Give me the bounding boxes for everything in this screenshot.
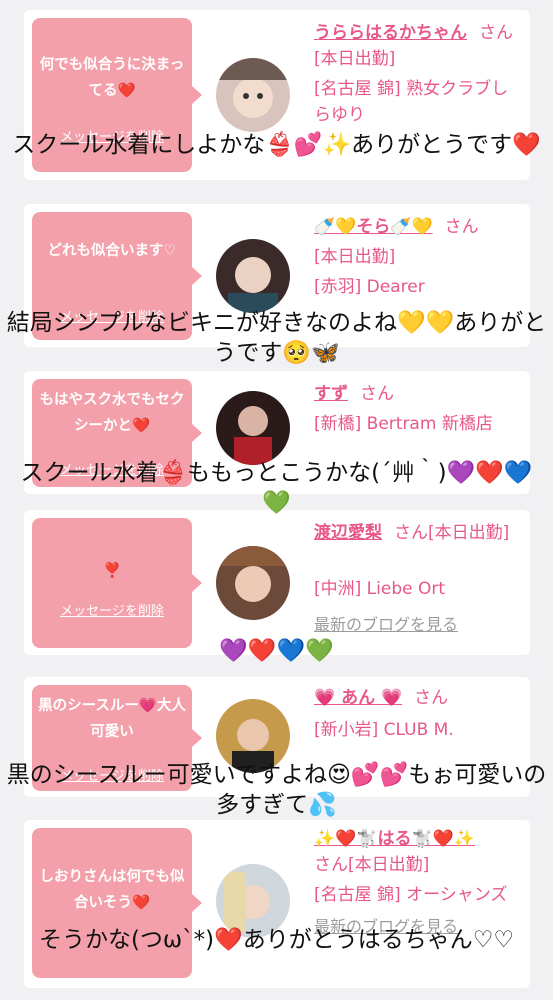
avatar[interactable]	[216, 239, 290, 313]
message-text: 何でも似合うに決まってる❤️	[39, 57, 185, 99]
message-card: ❣️ メッセージを削除 渡辺愛梨 さん[本日出勤] [中洲] Liebe Ort …	[24, 510, 530, 655]
delete-message-link[interactable]: メッセージを削除	[32, 600, 192, 619]
avatar[interactable]	[216, 58, 290, 132]
shop-info: [新橋] Bertram 新橋店	[314, 414, 493, 434]
profile-name-link[interactable]: 渡辺愛梨	[314, 523, 382, 543]
profile-name-link[interactable]: ✨❤️🐩はる🐩❤️✨	[314, 829, 475, 849]
overlay-caption: 💜❤️💙💚	[219, 638, 334, 664]
message-text: もはやスク水でもセクシーかと❤️	[39, 392, 185, 434]
avatar[interactable]	[216, 391, 290, 465]
honorific: さん[本日出勤]	[394, 523, 510, 543]
message-text: ❣️	[102, 563, 122, 579]
message-card: しおりさんは何でも似合いそう❤️ ✨❤️🐩はる🐩❤️✨ さん[本日出勤] [名古…	[24, 820, 530, 988]
shop-info: [赤羽] Dearer	[314, 277, 425, 297]
profile-info: 🍼💛そら🍼💛 さん [本日出勤] [赤羽] Dearer	[314, 214, 524, 300]
work-status: [本日出勤]	[314, 49, 396, 69]
overlay-caption: そうかな(つω`*)❤️ありがとうはるちゃん♡♡	[38, 927, 515, 953]
honorific: さん	[414, 688, 449, 708]
profile-info: 渡辺愛梨 さん[本日出勤] [中洲] Liebe Ort 最新のブログを見る	[314, 520, 524, 638]
message-bubble: ❣️ メッセージを削除	[32, 518, 202, 648]
overlay-caption: スクール水着👙ももっとこうかな(´艸｀)💜❤️💙💚	[20, 460, 533, 516]
profile-info: ✨❤️🐩はる🐩❤️✨ さん[本日出勤] [名古屋 錦] オーシャンズ 最新のブロ…	[314, 826, 524, 940]
work-status: [本日出勤]	[314, 247, 396, 267]
profile-name-link[interactable]: すず	[314, 384, 348, 404]
message-text: どれも似合います♡	[47, 243, 177, 259]
shop-info: [新小岩] CLUB M.	[314, 720, 454, 740]
honorific: さん	[360, 384, 394, 404]
honorific: さん	[479, 23, 513, 43]
profile-name-link[interactable]: うららはるかちゃん	[314, 23, 467, 43]
profile-name-link[interactable]: 💗 あん 💗	[314, 688, 402, 708]
overlay-caption: 結局シンプルなビキニが好きなのよね💛💛ありがとうです🥺🦋	[6, 310, 547, 366]
honorific: さん	[444, 217, 479, 237]
avatar[interactable]	[216, 546, 290, 620]
overlay-caption: スクール水着にしよかな👙💕✨ありがとうです❤️	[12, 132, 541, 158]
message-text: しおりさんは何でも似合いそう❤️	[39, 869, 185, 911]
profile-info: すず さん [新橋] Bertram 新橋店	[314, 381, 524, 437]
honorific: さん[本日出勤]	[314, 855, 430, 875]
message-text: 黒のシースルー💗大人可愛い	[38, 698, 186, 740]
message-bubble: しおりさんは何でも似合いそう❤️	[32, 828, 202, 978]
shop-info: [名古屋 錦] 熟女クラブしらゆり	[314, 79, 509, 125]
overlay-caption: 黒のシースルー可愛いですよね😍💕💕もぉ可愛いの多すぎて💦	[6, 762, 547, 818]
profile-info: 💗 あん 💗 さん [新小岩] CLUB M.	[314, 685, 524, 743]
shop-info: [名古屋 錦] オーシャンズ	[314, 885, 508, 905]
profile-name-link[interactable]: 🍼💛そら🍼💛	[314, 217, 433, 237]
latest-blog-link[interactable]: 最新のブログを見る	[314, 612, 524, 638]
shop-info: [中洲] Liebe Ort	[314, 579, 446, 599]
profile-info: うららはるかちゃん さん [本日出勤] [名古屋 錦] 熟女クラブしらゆり	[314, 20, 524, 128]
